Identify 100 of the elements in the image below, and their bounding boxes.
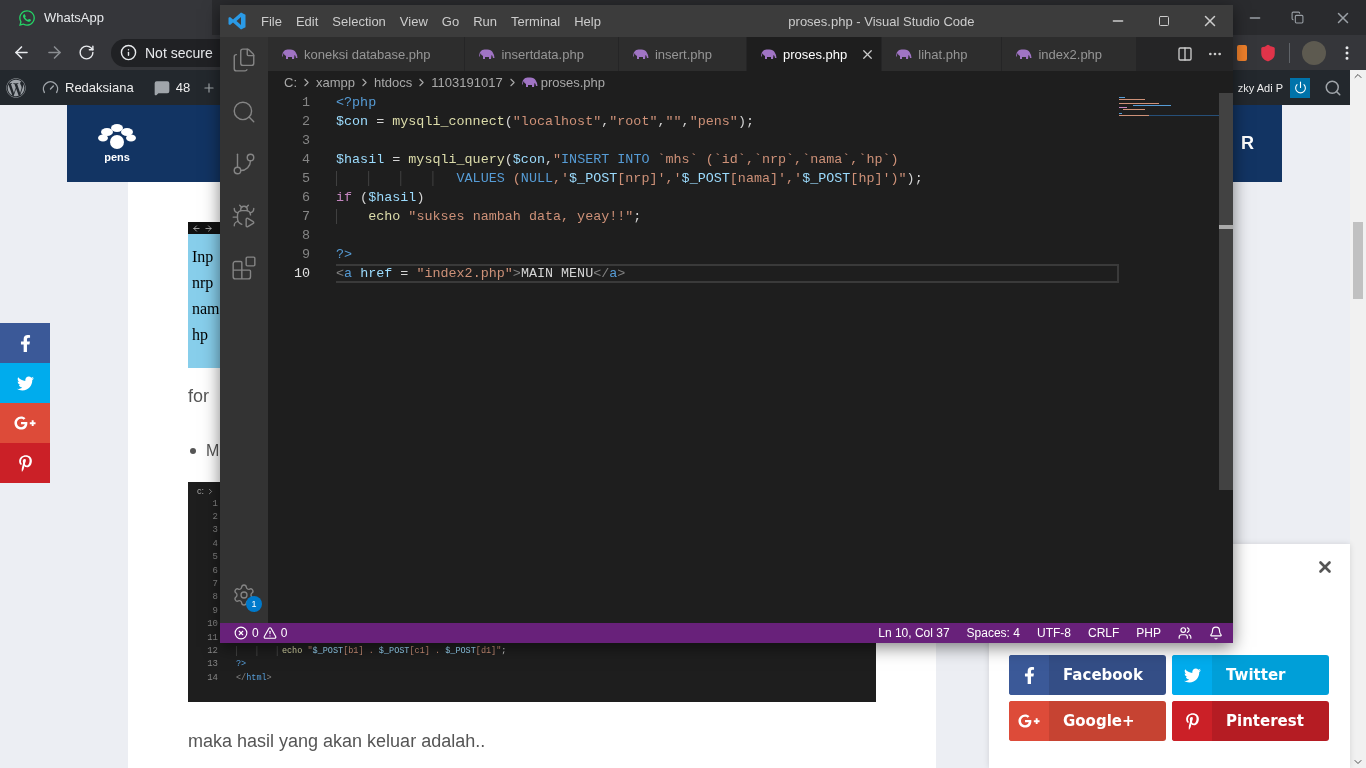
file-tab[interactable]: insertdata.php [465, 37, 619, 71]
settings-icon[interactable] [232, 583, 256, 607]
plus-icon[interactable] [202, 80, 217, 95]
status-item[interactable]: Ln 10, Col 37 [878, 626, 950, 640]
chevron-icon [206, 486, 215, 496]
user-name[interactable]: zky Adi P [1237, 81, 1283, 94]
scrollbar-thumb[interactable] [1353, 222, 1363, 299]
menu-item[interactable]: View [392, 13, 435, 29]
paragraph: maka hasil yang akan keluar adalah.. [188, 730, 487, 753]
window-title: proses.php - Visual Studio Code [787, 13, 976, 29]
line-number: 8 [300, 227, 311, 245]
reload-icon[interactable] [78, 44, 95, 61]
line-number: 2 [211, 512, 218, 523]
share-button[interactable]: Google+ [1009, 701, 1166, 741]
screenshot-text: hp [192, 325, 209, 346]
site-name[interactable]: Redaksiana [65, 80, 134, 95]
share-button[interactable] [0, 443, 50, 483]
restore-icon[interactable] [1290, 11, 1304, 24]
close-icon[interactable] [1316, 558, 1334, 576]
breadcrumb-item[interactable]: xampp [316, 74, 356, 90]
status-item[interactable]: PHP [1136, 626, 1161, 640]
logo-text: pens [104, 151, 130, 163]
warning-icon[interactable] [262, 626, 277, 640]
maximize-icon[interactable] [1158, 15, 1170, 27]
code-line: <?php [336, 95, 377, 110]
share-button[interactable] [0, 403, 50, 443]
error-icon[interactable] [234, 626, 248, 640]
bell-icon[interactable] [1209, 626, 1223, 640]
share-button[interactable] [0, 323, 50, 363]
breadcrumb-item[interactable]: 1103191017 [431, 74, 503, 90]
line-number: 9 [300, 246, 311, 264]
power-button[interactable] [1290, 77, 1310, 98]
status-item[interactable]: CRLF [1087, 626, 1120, 640]
error-count[interactable]: 0 [252, 626, 259, 640]
scrollbar[interactable] [1350, 70, 1366, 768]
line-number: 6 [300, 189, 311, 207]
menu-item[interactable]: Help [567, 13, 608, 29]
line-number: 4 [300, 151, 311, 169]
line-number: 1 [211, 498, 218, 509]
blocks-icon[interactable] [231, 255, 257, 281]
breadcrumb-item[interactable]: proses.php [540, 74, 605, 90]
line-number: 7 [211, 579, 218, 590]
menu-item[interactable]: Run [466, 13, 504, 29]
warning-count[interactable]: 0 [280, 626, 288, 640]
pinterest-icon [1183, 712, 1201, 730]
code-line: echo "$_POST[b1] . $_POST[c1] . $_POST[d1]"; [236, 646, 507, 656]
scrollbar-thumb[interactable] [1219, 93, 1233, 490]
back-icon[interactable] [12, 43, 31, 62]
security-label: Not secure [145, 44, 213, 61]
line-number: 3 [300, 132, 311, 150]
search-icon[interactable] [1324, 78, 1342, 97]
breadcrumb-item[interactable]: htdocs [374, 74, 413, 90]
menu-item[interactable]: File [254, 13, 289, 29]
wordpress-icon[interactable] [6, 77, 26, 98]
menu-item[interactable]: Edit [288, 13, 326, 29]
share-button[interactable]: Facebook [1009, 655, 1166, 695]
bug-play-icon[interactable] [231, 203, 257, 229]
code-line: ?> [336, 247, 353, 262]
line-number: 8 [211, 592, 218, 603]
people-icon[interactable] [1178, 626, 1192, 640]
file-tab[interactable]: koneksi database.php [268, 37, 466, 71]
menu-item[interactable]: Terminal [504, 13, 568, 29]
power-icon [1293, 81, 1307, 94]
line-number: 13 [206, 659, 218, 670]
branch-icon[interactable] [231, 151, 257, 177]
notification-badge: 1 [246, 596, 262, 612]
back-icon [192, 223, 201, 233]
comment-count[interactable]: 48 [175, 80, 191, 95]
code-line: $con = mysqli_connect("localhost","root","","pens"); [336, 114, 754, 129]
elephant-icon [896, 48, 913, 60]
line-number: 4 [211, 538, 218, 549]
browser-tab[interactable]: WhatsApp [0, 0, 212, 35]
extension-icon[interactable] [1237, 44, 1247, 61]
menu-item[interactable]: Selection [325, 13, 393, 29]
forward-icon[interactable] [45, 43, 64, 62]
files-icon[interactable] [231, 47, 257, 73]
split-editor-icon[interactable] [1177, 46, 1193, 62]
app-logo [228, 12, 246, 30]
breadcrumb-item[interactable]: C: [284, 74, 297, 90]
status-item[interactable]: UTF-8 [1036, 626, 1071, 640]
file-tab[interactable]: insert.php [618, 37, 747, 71]
screenshot-text: Inp [192, 247, 215, 268]
search-icon[interactable] [231, 99, 257, 125]
elephant-icon [632, 48, 649, 60]
elephant-icon [1016, 48, 1033, 60]
address-bar[interactable]: Not secure [111, 38, 221, 67]
line-number: 11 [206, 632, 218, 643]
share-button[interactable]: Pinterest [1172, 701, 1329, 741]
menu-item[interactable]: Go [434, 13, 467, 29]
line-number: 1 [300, 94, 311, 112]
line-number: 12 [206, 646, 218, 656]
file-tab[interactable]: proses.php [747, 37, 883, 71]
file-tab[interactable]: index2.php [1002, 37, 1138, 71]
status-item[interactable]: Spaces: 4 [966, 626, 1020, 640]
file-tab[interactable]: lihat.php [882, 37, 1003, 71]
comment-icon[interactable] [153, 79, 170, 96]
line-number: 10 [292, 265, 311, 283]
shield-icon[interactable] [1259, 43, 1277, 62]
forward-icon [204, 223, 213, 233]
dashboard-icon[interactable] [42, 79, 59, 96]
